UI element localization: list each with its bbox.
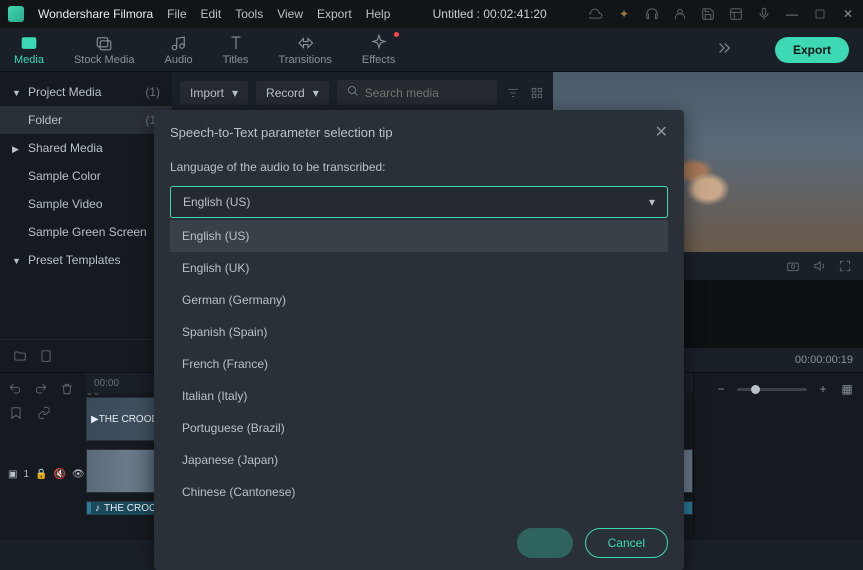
- volume-icon[interactable]: [811, 258, 827, 274]
- maximize-icon[interactable]: [813, 7, 827, 21]
- search-input[interactable]: [365, 86, 487, 100]
- import-dropdown[interactable]: Import▾: [180, 81, 248, 105]
- sidebar-item-sample-color[interactable]: Sample Color: [0, 162, 172, 190]
- sidebar-item-project-media[interactable]: ▼Project Media(1): [0, 78, 172, 106]
- titles-icon: [227, 34, 245, 52]
- project-title: Untitled : 00:02:41:20: [404, 7, 575, 21]
- titlebar: Wondershare Filmora File Edit Tools View…: [0, 0, 863, 28]
- lang-option[interactable]: German (Germany): [170, 284, 668, 316]
- undo-icon[interactable]: [8, 381, 22, 397]
- toolbar: Media Stock Media Audio Titles Transitio…: [0, 28, 863, 72]
- timeline-zoom: − + ▦: [693, 373, 863, 540]
- user-icon[interactable]: [673, 7, 687, 21]
- lang-option[interactable]: Italian (Italy): [170, 380, 668, 412]
- close-icon[interactable]: ✕: [841, 7, 855, 21]
- cancel-button[interactable]: Cancel: [585, 528, 668, 558]
- lang-option[interactable]: Portuguese (Brazil): [170, 412, 668, 444]
- tips-icon[interactable]: ✦: [617, 7, 631, 21]
- chevron-down-icon: ▾: [649, 195, 655, 209]
- layout-icon[interactable]: [729, 7, 743, 21]
- effects-icon: [370, 34, 388, 52]
- app-logo: [8, 6, 24, 22]
- stock-media-icon: [95, 34, 113, 52]
- transitions-icon: [296, 34, 314, 52]
- sidebar-footer: [0, 339, 172, 372]
- fullscreen-icon[interactable]: [837, 258, 853, 274]
- record-dropdown[interactable]: Record▾: [256, 81, 329, 105]
- zoom-in-icon[interactable]: +: [815, 381, 831, 397]
- save-icon[interactable]: [701, 7, 715, 21]
- marker-icon[interactable]: [8, 405, 24, 421]
- language-dropdown: English (US) English (UK) German (German…: [170, 220, 668, 500]
- tab-audio[interactable]: Audio: [165, 34, 193, 66]
- timeline-tools: ▣ 1 🔒 🔇 👁: [0, 373, 86, 540]
- lang-option[interactable]: French (France): [170, 348, 668, 380]
- tab-stock-media[interactable]: Stock Media: [74, 34, 135, 66]
- minimize-icon[interactable]: —: [785, 7, 799, 21]
- track-toggle-icon[interactable]: ▣: [8, 469, 17, 480]
- menu-file[interactable]: File: [167, 7, 186, 21]
- search-media[interactable]: [337, 80, 497, 105]
- snapshot-icon[interactable]: [785, 258, 801, 274]
- speech-to-text-modal: Speech-to-Text parameter selection tip ✕…: [154, 110, 684, 570]
- modal-title: Speech-to-Text parameter selection tip: [170, 125, 393, 140]
- zoom-slider[interactable]: [737, 388, 807, 391]
- audio-icon: ♪: [95, 503, 100, 514]
- chevron-down-icon: ▾: [232, 86, 238, 100]
- lang-option[interactable]: Japanese (Japan): [170, 444, 668, 476]
- link-icon[interactable]: [36, 405, 52, 421]
- menu-export[interactable]: Export: [317, 7, 352, 21]
- audio-icon: [170, 34, 188, 52]
- menu-edit[interactable]: Edit: [201, 7, 222, 21]
- new-icon[interactable]: [38, 348, 54, 364]
- new-indicator: [394, 32, 399, 37]
- track-header: ▣ 1 🔒 🔇 👁: [8, 469, 78, 480]
- app-name: Wondershare Filmora: [38, 7, 153, 21]
- new-folder-icon[interactable]: [12, 348, 28, 364]
- sidebar-item-preset-templates[interactable]: ▼Preset Templates: [0, 246, 172, 274]
- search-icon: [347, 85, 359, 100]
- media-icon: [20, 34, 38, 52]
- tab-effects[interactable]: Effects: [362, 34, 395, 66]
- zoom-out-icon[interactable]: −: [713, 381, 729, 397]
- redo-icon[interactable]: [34, 381, 48, 397]
- export-button[interactable]: Export: [775, 37, 849, 63]
- more-tabs-icon[interactable]: [715, 39, 733, 60]
- chevron-down-icon: ▾: [313, 86, 319, 100]
- cloud-icon[interactable]: [589, 7, 603, 21]
- language-label: Language of the audio to be transcribed:: [170, 160, 668, 174]
- lang-option[interactable]: Chinese (Cantonese): [170, 476, 668, 500]
- preview-timecode: 00:00:00:19: [795, 354, 853, 366]
- lang-option[interactable]: Spanish (Spain): [170, 316, 668, 348]
- sidebar-item-sample-green-screen[interactable]: Sample Green Screen: [0, 218, 172, 246]
- lock-icon[interactable]: 🔒: [35, 469, 47, 480]
- menu-tools[interactable]: Tools: [235, 7, 263, 21]
- headphones-icon[interactable]: [645, 7, 659, 21]
- ok-button[interactable]: [517, 528, 573, 558]
- filter-icon[interactable]: [505, 85, 521, 101]
- visibility-icon[interactable]: 👁: [72, 469, 85, 480]
- mic-icon[interactable]: [757, 7, 771, 21]
- sidebar: ▼Project Media(1) Folder(1) ▶Shared Medi…: [0, 72, 172, 372]
- text-clip-icon: ▶: [91, 414, 99, 425]
- zoom-fit-icon[interactable]: ▦: [839, 381, 855, 397]
- tab-media[interactable]: Media: [14, 34, 44, 66]
- delete-icon[interactable]: [60, 381, 74, 397]
- tab-transitions[interactable]: Transitions: [279, 34, 332, 66]
- lang-option[interactable]: English (US): [170, 220, 668, 252]
- mute-icon[interactable]: 🔇: [53, 469, 65, 480]
- grid-view-icon[interactable]: [529, 85, 545, 101]
- language-select[interactable]: English (US) ▾: [170, 186, 668, 218]
- tab-titles[interactable]: Titles: [223, 34, 249, 66]
- sidebar-item-shared-media[interactable]: ▶Shared Media: [0, 134, 172, 162]
- menu-view[interactable]: View: [277, 7, 303, 21]
- lang-option[interactable]: English (UK): [170, 252, 668, 284]
- sidebar-item-folder[interactable]: Folder(1): [0, 106, 172, 134]
- sidebar-item-sample-video[interactable]: Sample Video: [0, 190, 172, 218]
- menu-help[interactable]: Help: [366, 7, 391, 21]
- main-menu: File Edit Tools View Export Help: [167, 7, 390, 21]
- modal-close-icon[interactable]: ✕: [655, 122, 668, 142]
